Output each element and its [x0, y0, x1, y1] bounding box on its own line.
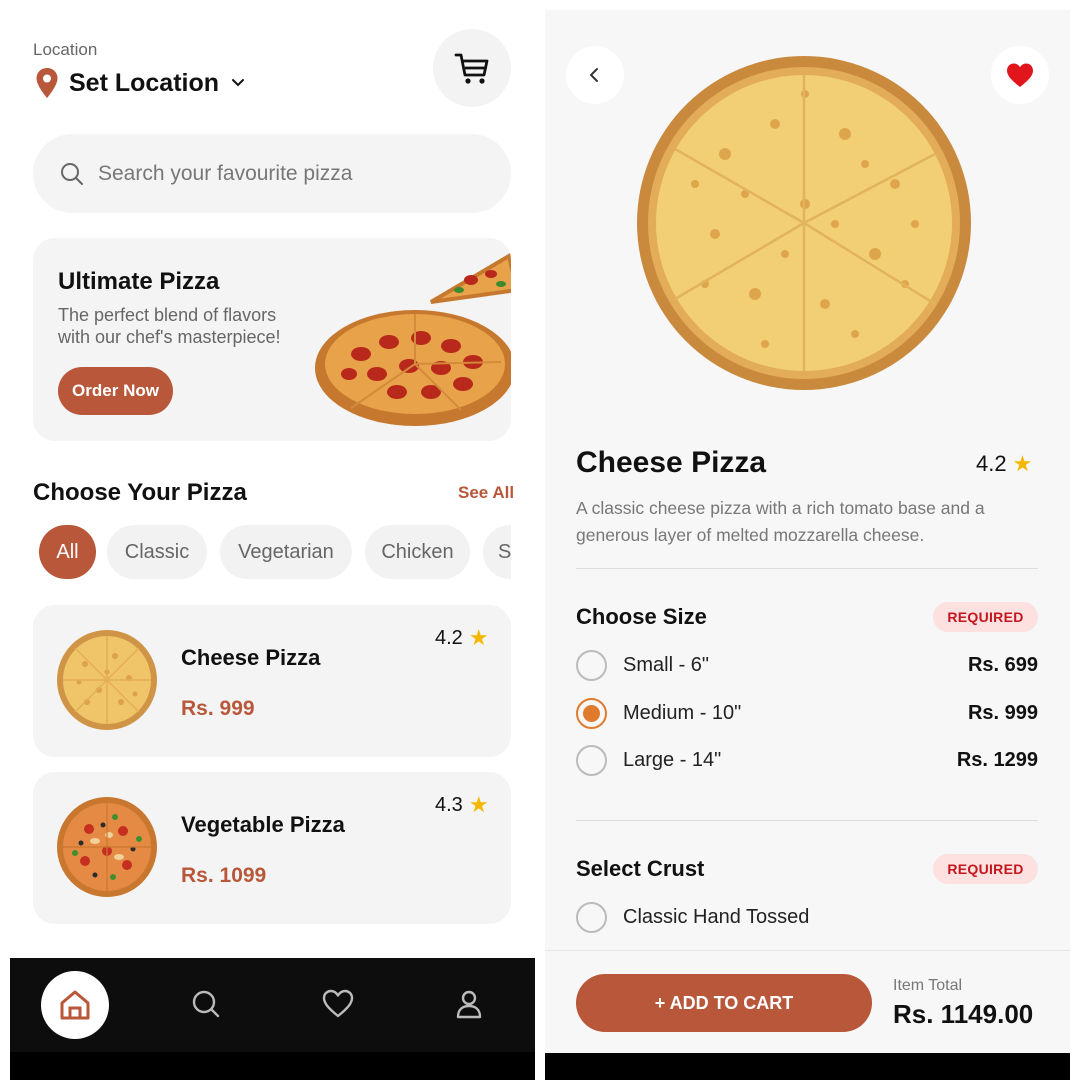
add-to-cart-button[interactable]: + ADD TO CART: [576, 974, 872, 1032]
pizza-rating: 4.3 ★: [435, 792, 489, 818]
cheese-pizza-thumbnail: [57, 630, 157, 730]
heart-icon[interactable]: [322, 988, 354, 1020]
star-icon: ★: [468, 792, 489, 817]
nav-home-button[interactable]: [41, 971, 109, 1039]
item-total-value: Rs. 1149.00: [893, 999, 1034, 1029]
chevron-down-icon: [232, 79, 245, 87]
product-description: A classic cheese pizza with a rich tomat…: [576, 498, 985, 545]
divider: [576, 568, 1038, 569]
category-chip-partial[interactable]: S: [483, 525, 511, 579]
option-label: Small - 6": [623, 653, 710, 676]
system-navigation-bar: [10, 1052, 535, 1080]
option-label: Large - 14": [623, 748, 722, 771]
pepperoni-pizza-image: [315, 252, 511, 426]
size-option-small[interactable]: Small - 6" Rs. 699: [576, 649, 1038, 681]
favorite-button[interactable]: [991, 46, 1049, 104]
promo-title: Ultimate Pizza: [58, 268, 220, 295]
cart-footer: + ADD TO CART Item Total Rs. 1149.00: [545, 950, 1070, 1080]
pizza-card-cheese[interactable]: Cheese Pizza Rs. 999 4.2 ★: [33, 605, 511, 757]
chevron-left-icon: [590, 68, 598, 82]
pizza-name: Cheese Pizza: [181, 645, 321, 670]
cart-button[interactable]: [433, 29, 511, 107]
rating-value: 4.2: [976, 451, 1007, 476]
vegetable-pizza-thumbnail: [57, 797, 157, 897]
location-value: Set Location: [69, 68, 220, 97]
system-navigation-bar: [545, 1053, 1070, 1080]
pizza-price: Rs. 1099: [181, 864, 267, 887]
required-badge: REQUIRED: [933, 854, 1038, 884]
size-option-medium[interactable]: Medium - 10" Rs. 999: [576, 697, 1038, 729]
rating-value: 4.3: [435, 793, 463, 816]
pizza-name: Vegetable Pizza: [181, 812, 345, 837]
product-rating: 4.2 ★: [976, 451, 1032, 477]
see-all-link[interactable]: See All: [458, 483, 514, 503]
category-chip-vegetarian[interactable]: Vegetarian: [220, 525, 352, 579]
home-screen: Location Set Location Ultimate Pizza The…: [10, 0, 535, 1080]
search-icon[interactable]: [190, 988, 222, 1020]
radio-button[interactable]: [576, 744, 607, 776]
option-price: Rs. 999: [967, 701, 1038, 724]
star-icon: ★: [1012, 451, 1033, 476]
location-label: Location: [33, 40, 98, 59]
profile-icon[interactable]: [453, 988, 485, 1020]
option-price: Rs. 1299: [956, 748, 1038, 771]
category-chip-classic[interactable]: Classic: [107, 525, 207, 579]
rating-value: 4.2: [435, 626, 463, 649]
promo-banner: Ultimate Pizza The perfect blend of flav…: [33, 238, 511, 441]
item-total-label: Item Total: [893, 977, 963, 994]
option-label: Medium - 10": [623, 701, 742, 724]
bottom-navigation: [10, 958, 535, 1080]
cart-icon: [454, 53, 489, 84]
screen-divider: [535, 0, 545, 1080]
location-pin-icon: [36, 68, 58, 98]
star-icon: ★: [468, 625, 489, 650]
crust-section-title: Select Crust: [576, 856, 705, 881]
pizza-price: Rs. 999: [181, 697, 255, 720]
category-chip-all[interactable]: All: [39, 525, 96, 579]
search-icon: [61, 162, 83, 185]
location-selector[interactable]: Set Location: [35, 68, 245, 98]
option-price: Rs. 699: [967, 653, 1038, 676]
radio-dot: [583, 704, 600, 722]
home-icon: [60, 990, 90, 1020]
search-bar[interactable]: [33, 134, 511, 213]
back-button[interactable]: [566, 46, 624, 104]
detail-screen: Cheese Pizza 4.2 ★ A classic cheese pizz…: [545, 10, 1070, 1080]
category-chips: All Classic Vegetarian Chicken S: [39, 525, 511, 581]
radio-button-selected[interactable]: [576, 697, 607, 729]
radio-button[interactable]: [576, 649, 607, 681]
category-chip-chicken[interactable]: Chicken: [365, 525, 470, 579]
required-badge: REQUIRED: [933, 602, 1038, 632]
order-now-button[interactable]: Order Now: [58, 367, 173, 415]
product-title: Cheese Pizza: [576, 446, 767, 479]
promo-description: The perfect blend of flavors with our ch…: [58, 305, 281, 347]
search-input[interactable]: [98, 161, 458, 186]
section-title: Choose Your Pizza: [33, 479, 247, 506]
size-option-large[interactable]: Large - 14" Rs. 1299: [576, 744, 1038, 776]
pizza-card-vegetable[interactable]: Vegetable Pizza Rs. 1099 4.3 ★: [33, 772, 511, 924]
heart-filled-icon: [1007, 63, 1033, 87]
divider: [576, 820, 1038, 821]
size-section-title: Choose Size: [576, 604, 707, 629]
option-label: Classic Hand Tossed: [623, 905, 810, 928]
pizza-rating: 4.2 ★: [435, 625, 489, 651]
radio-button[interactable]: [576, 901, 607, 933]
crust-option-classic-hand-tossed[interactable]: Classic Hand Tossed: [576, 901, 1038, 933]
cheese-pizza-hero-image: [637, 56, 971, 390]
